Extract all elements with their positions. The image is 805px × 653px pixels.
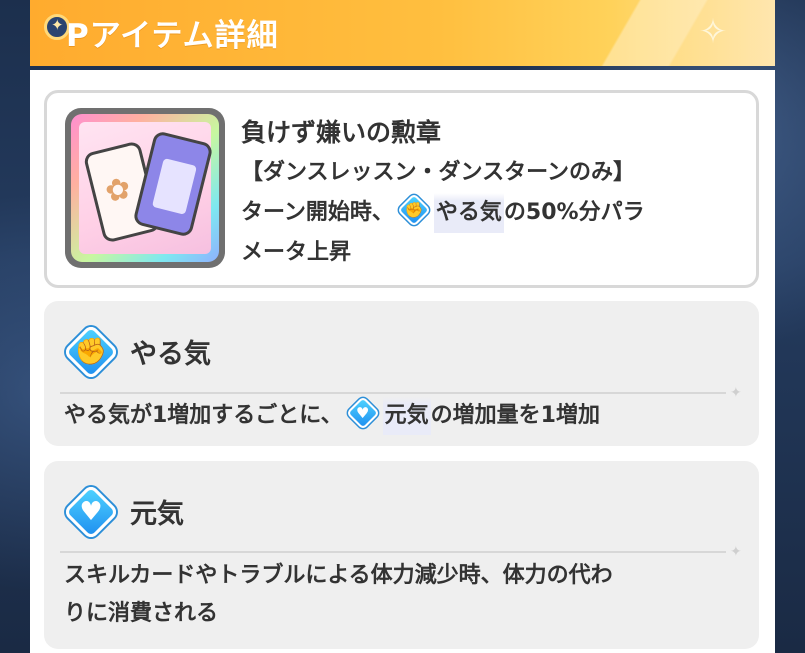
header-banner: Pアイテム詳細 ✧ xyxy=(30,0,775,66)
sparkle-icon: ✧ xyxy=(698,12,728,52)
item-image-frame: ✿ xyxy=(65,108,225,268)
item-description: 【ダンスレッスン・ダンスターンのみ】 ターン開始時、 ✊ やる気の50%分パラ メー… xyxy=(241,153,741,273)
heart-drop-icon: ♥ xyxy=(345,396,380,430)
item-name: 負けず嫌いの勲章 xyxy=(241,118,442,147)
detail-panel: ✿ 負けず嫌いの勲章 【ダンスレッスン・ダンスターンのみ】 ターン開始時、 ✊ やる… xyxy=(30,70,775,653)
item-image: ✿ xyxy=(71,114,219,262)
keyword-description: やる気が1増加するごとに、 ♥ 元気の増加量を1増加 xyxy=(64,396,744,435)
keyword-link-genki[interactable]: 元気 xyxy=(382,397,431,435)
divider xyxy=(60,551,726,553)
item-effect: ターン開始時、 ✊ やる気の50%分パラ xyxy=(241,193,741,233)
effect-suffix: の50%分パラ xyxy=(503,200,645,225)
item-card: ✿ 負けず嫌いの勲章 【ダンスレッスン・ダンスターンのみ】 ターン開始時、 ✊ やる… xyxy=(44,90,759,288)
item-condition: 【ダンスレッスン・ダンスターンのみ】 xyxy=(241,160,636,185)
keyword-title: やる気 xyxy=(130,339,211,370)
divider xyxy=(60,392,726,394)
fist-icon: ✊ xyxy=(62,323,120,381)
keyword-card-yaruki: ✊ やる気 ✦ やる気が1増加するごとに、 ♥ 元気の増加量を1増加 xyxy=(44,301,759,446)
heart-drop-icon: ♥ xyxy=(62,483,120,541)
header-shine xyxy=(545,0,775,66)
fist-icon: ✊ xyxy=(396,193,431,227)
keyword-link-yaruki[interactable]: やる気 xyxy=(433,193,504,233)
keyword-description: スキルカードやトラブルによる体力減少時、体力の代わ りに消費される xyxy=(64,563,613,626)
keyword-card-genki: ♥ 元気 ✦ スキルカードやトラブルによる体力減少時、体力の代わ りに消費される xyxy=(44,461,759,649)
effect-line3: メータ上昇 xyxy=(241,240,352,265)
keyword-title: 元気 xyxy=(130,499,184,530)
page-title: Pアイテム詳細 xyxy=(66,18,279,54)
effect-prefix: ターン開始時、 xyxy=(241,200,394,225)
